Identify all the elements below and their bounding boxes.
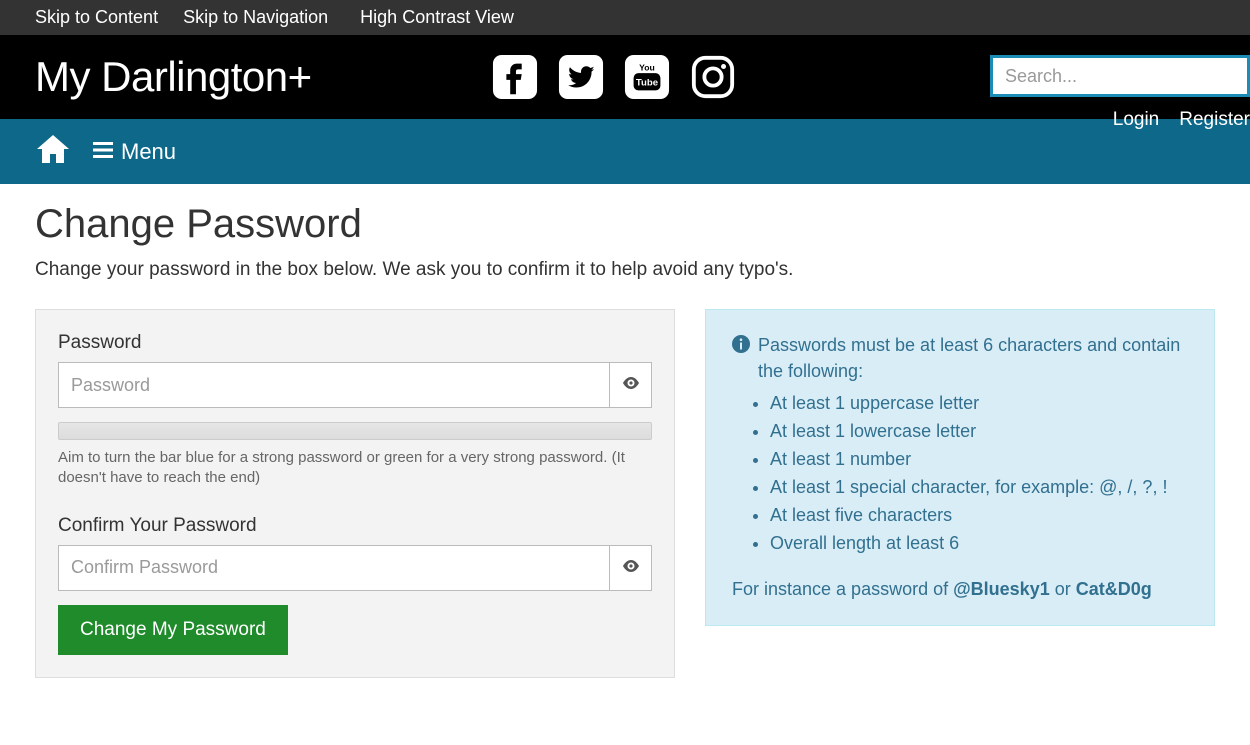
password-form: Password Aim to turn the bar blue for a … [35, 309, 675, 678]
eye-icon [622, 376, 640, 394]
accessibility-skipbar: Skip to Content Skip to Navigation High … [0, 0, 1250, 35]
confirm-password-toggle-visibility[interactable] [610, 545, 652, 591]
password-toggle-visibility[interactable] [610, 362, 652, 408]
twitter-icon[interactable] [558, 54, 604, 100]
password-group [58, 362, 652, 408]
instagram-icon[interactable] [690, 54, 736, 100]
requirements-intro: Passwords must be at least 6 characters … [758, 332, 1188, 384]
requirement-item: At least 1 uppercase letter [770, 390, 1188, 418]
svg-text:You: You [639, 62, 655, 72]
home-icon[interactable] [35, 133, 71, 170]
search-input[interactable] [990, 55, 1250, 97]
auth-links: Login Register [1113, 109, 1250, 131]
requirement-item: At least five characters [770, 502, 1188, 530]
menu-toggle[interactable]: Menu [93, 139, 176, 165]
facebook-icon[interactable] [492, 54, 538, 100]
requirement-item: At least 1 special character, for exampl… [770, 474, 1188, 502]
eye-icon [622, 559, 640, 577]
page-lead: Change your password in the box below. W… [35, 259, 1215, 281]
svg-text:Tube: Tube [636, 78, 658, 89]
page-title: Change Password [35, 202, 1215, 247]
confirm-password-group [58, 545, 652, 591]
login-link[interactable]: Login [1113, 109, 1160, 131]
requirement-item: Overall length at least 6 [770, 530, 1188, 558]
page-body: Change Password Change your password in … [0, 184, 1250, 718]
search-wrap [990, 55, 1250, 97]
info-icon [732, 332, 750, 360]
example-text: For instance a password of @Bluesky1 or … [732, 576, 1188, 603]
site-header: My Darlington+ YouTube Login Register [0, 35, 1250, 119]
social-links: You Tube [492, 54, 736, 100]
youtube-icon[interactable]: You Tube [624, 54, 670, 100]
requirement-item: At least 1 lowercase letter [770, 418, 1188, 446]
hamburger-icon [93, 139, 113, 165]
confirm-password-label: Confirm Your Password [58, 515, 652, 537]
requirement-item: At least 1 number [770, 446, 1188, 474]
high-contrast-link[interactable]: High Contrast View [360, 7, 514, 28]
skip-to-content-link[interactable]: Skip to Content [35, 7, 158, 28]
skip-to-navigation-link[interactable]: Skip to Navigation [183, 7, 328, 28]
password-requirements: Passwords must be at least 6 characters … [705, 309, 1215, 626]
password-strength-hint: Aim to turn the bar blue for a strong pa… [58, 448, 652, 489]
menu-label: Menu [121, 139, 176, 165]
confirm-password-input[interactable] [58, 545, 610, 591]
header-right: Login Register [990, 55, 1250, 131]
password-input[interactable] [58, 362, 610, 408]
register-link[interactable]: Register [1179, 109, 1250, 131]
change-password-button[interactable]: Change My Password [58, 605, 288, 655]
password-strength-bar [58, 422, 652, 440]
site-logo[interactable]: My Darlington+ [35, 53, 312, 101]
password-label: Password [58, 332, 652, 354]
requirements-list: At least 1 uppercase letter At least 1 l… [770, 390, 1188, 557]
